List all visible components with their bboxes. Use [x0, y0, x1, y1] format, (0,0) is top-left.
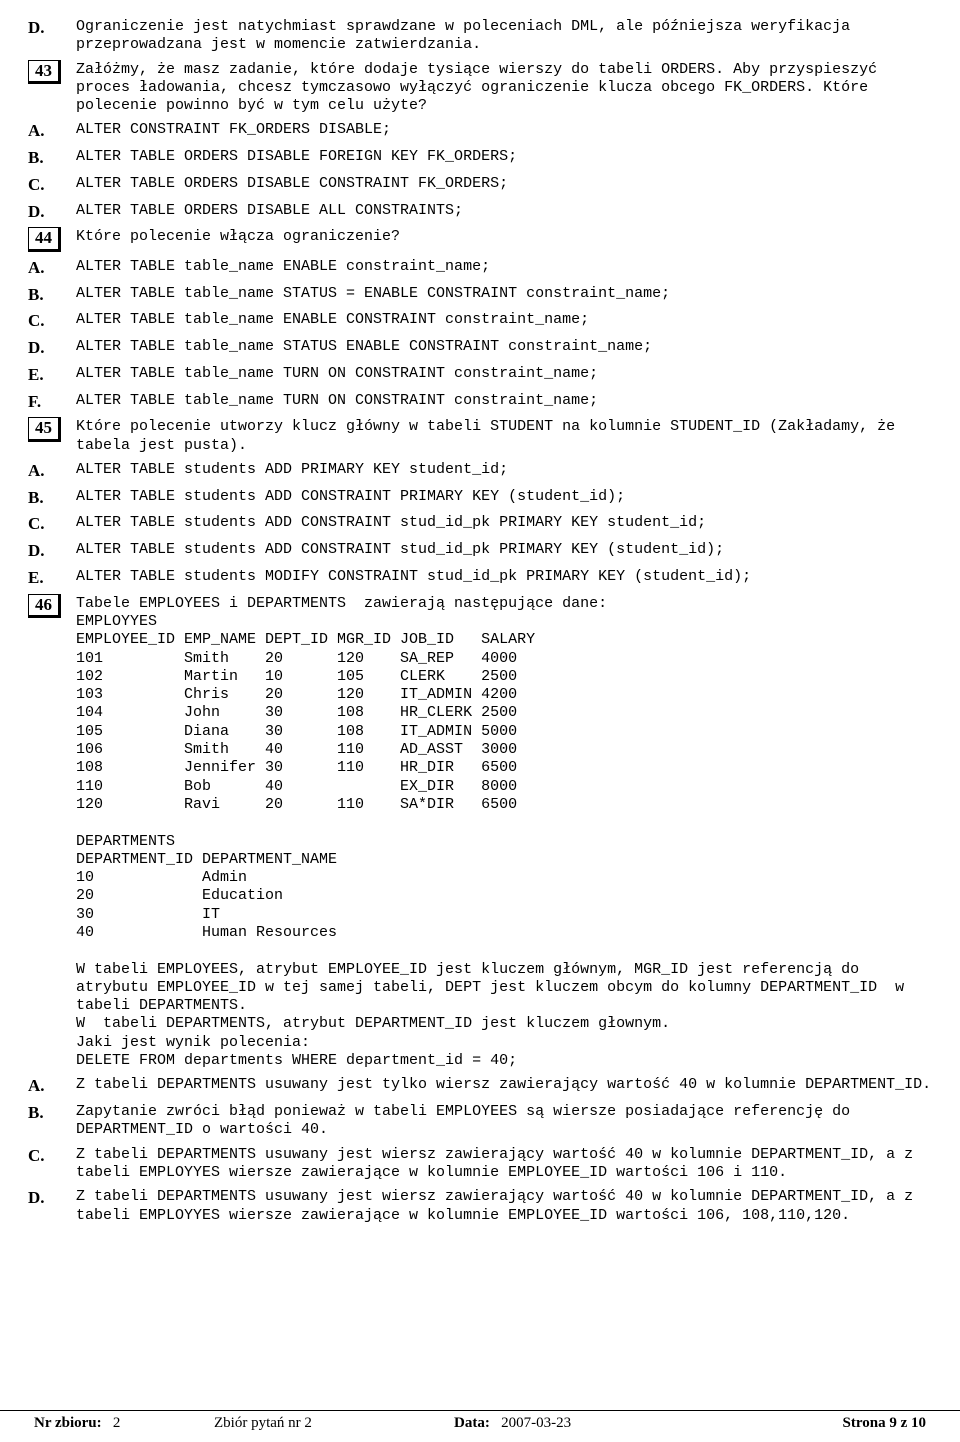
- answer-letter: C.: [28, 1146, 76, 1167]
- page-footer: Nr zbioru: 2 Zbiór pytań nr 2 Data: 2007…: [0, 1410, 960, 1432]
- question-number: 43: [28, 61, 76, 85]
- answer-text: ALTER TABLE table_name TURN ON CONSTRAIN…: [76, 365, 932, 383]
- answer-text: Ograniczenie jest natychmiast sprawdzane…: [76, 18, 932, 55]
- footer-collection: Zbiór pytań nr 2: [214, 1414, 454, 1432]
- answer-letter: D.: [28, 202, 76, 223]
- question-row: 43Załóżmy, że masz zadanie, które dodaje…: [28, 61, 932, 116]
- answer-letter: B.: [28, 148, 76, 169]
- answer-text: ALTER TABLE table_name TURN ON CONSTRAIN…: [76, 392, 932, 410]
- answer-row: B.Zapytanie zwróci błąd ponieważ w tabel…: [28, 1103, 932, 1140]
- answer-row: C.Z tabeli DEPARTMENTS usuwany jest wier…: [28, 1146, 932, 1183]
- answer-letter: A.: [28, 461, 76, 482]
- answer-text: ALTER TABLE ORDERS DISABLE FOREIGN KEY F…: [76, 148, 932, 166]
- answer-letter: D.: [28, 541, 76, 562]
- answer-row: C.ALTER TABLE students ADD CONSTRAINT st…: [28, 514, 932, 535]
- question-text: Tabele EMPLOYEES i DEPARTMENTS zawierają…: [76, 595, 932, 1071]
- answer-letter: A.: [28, 1076, 76, 1097]
- answer-letter: F.: [28, 392, 76, 413]
- answer-text: ALTER TABLE students ADD CONSTRAINT PRIM…: [76, 488, 932, 506]
- answer-letter: D.: [28, 18, 76, 39]
- answer-text: Z tabeli DEPARTMENTS usuwany jest wiersz…: [76, 1188, 932, 1225]
- answer-row: D.ALTER TABLE table_name STATUS ENABLE C…: [28, 338, 932, 359]
- footer-date-label: Data:: [454, 1415, 490, 1431]
- question-text: Załóżmy, że masz zadanie, które dodaje t…: [76, 61, 932, 116]
- question-text: Które polecenie włącza ograniczenie?: [76, 228, 932, 246]
- answer-letter: E.: [28, 365, 76, 386]
- question-number: 45: [28, 418, 76, 442]
- answer-letter: C.: [28, 514, 76, 535]
- answer-letter: B.: [28, 488, 76, 509]
- answer-row: A.ALTER TABLE students ADD PRIMARY KEY s…: [28, 461, 932, 482]
- answer-row: A.Z tabeli DEPARTMENTS usuwany jest tylk…: [28, 1076, 932, 1097]
- answer-letter: A.: [28, 121, 76, 142]
- answer-row: B.ALTER TABLE table_name STATUS = ENABLE…: [28, 285, 932, 306]
- question-row: 46Tabele EMPLOYEES i DEPARTMENTS zawiera…: [28, 595, 932, 1071]
- answer-text: ALTER TABLE students ADD CONSTRAINT stud…: [76, 541, 932, 559]
- answer-text: ALTER TABLE table_name ENABLE CONSTRAINT…: [76, 311, 932, 329]
- answer-row: E.ALTER TABLE students MODIFY CONSTRAINT…: [28, 568, 932, 589]
- answer-text: ALTER TABLE ORDERS DISABLE CONSTRAINT FK…: [76, 175, 932, 193]
- footer-date: 2007-03-23: [501, 1415, 571, 1431]
- answer-letter: D.: [28, 338, 76, 359]
- answer-row: F.ALTER TABLE table_name TURN ON CONSTRA…: [28, 392, 932, 413]
- answer-row: A.ALTER CONSTRAINT FK_ORDERS DISABLE;: [28, 121, 932, 142]
- footer-nr: 2: [113, 1415, 121, 1431]
- answer-text: ALTER TABLE table_name ENABLE constraint…: [76, 258, 932, 276]
- question-text: Które polecenie utworzy klucz główny w t…: [76, 418, 932, 455]
- answer-text: Z tabeli DEPARTMENTS usuwany jest tylko …: [76, 1076, 932, 1094]
- answer-row: D.Ograniczenie jest natychmiast sprawdza…: [28, 18, 932, 55]
- question-number: 46: [28, 595, 76, 619]
- answer-text: ALTER CONSTRAINT FK_ORDERS DISABLE;: [76, 121, 932, 139]
- answer-row: D.ALTER TABLE ORDERS DISABLE ALL CONSTRA…: [28, 202, 932, 223]
- answer-text: ALTER TABLE students MODIFY CONSTRAINT s…: [76, 568, 932, 586]
- answer-row: B.ALTER TABLE students ADD CONSTRAINT PR…: [28, 488, 932, 509]
- answer-text: Zapytanie zwróci błąd ponieważ w tabeli …: [76, 1103, 932, 1140]
- answer-text: ALTER TABLE students ADD PRIMARY KEY stu…: [76, 461, 932, 479]
- answer-letter: B.: [28, 1103, 76, 1124]
- answer-text: ALTER TABLE ORDERS DISABLE ALL CONSTRAIN…: [76, 202, 932, 220]
- question-row: 44Które polecenie włącza ograniczenie?: [28, 228, 932, 252]
- answer-text: ALTER TABLE students ADD CONSTRAINT stud…: [76, 514, 932, 532]
- answer-row: D.ALTER TABLE students ADD CONSTRAINT st…: [28, 541, 932, 562]
- answer-letter: B.: [28, 285, 76, 306]
- answer-text: ALTER TABLE table_name STATUS = ENABLE C…: [76, 285, 932, 303]
- answer-row: C.ALTER TABLE ORDERS DISABLE CONSTRAINT …: [28, 175, 932, 196]
- answer-row: B.ALTER TABLE ORDERS DISABLE FOREIGN KEY…: [28, 148, 932, 169]
- footer-nr-label: Nr zbioru:: [34, 1415, 102, 1431]
- answer-row: D.Z tabeli DEPARTMENTS usuwany jest wier…: [28, 1188, 932, 1225]
- footer-page: Strona 9 z 10: [843, 1415, 926, 1431]
- answer-text: ALTER TABLE table_name STATUS ENABLE CON…: [76, 338, 932, 356]
- answer-letter: A.: [28, 258, 76, 279]
- answer-row: C.ALTER TABLE table_name ENABLE CONSTRAI…: [28, 311, 932, 332]
- answer-letter: C.: [28, 175, 76, 196]
- answer-letter: E.: [28, 568, 76, 589]
- answer-row: A.ALTER TABLE table_name ENABLE constrai…: [28, 258, 932, 279]
- answer-letter: D.: [28, 1188, 76, 1209]
- answer-letter: C.: [28, 311, 76, 332]
- answer-row: E.ALTER TABLE table_name TURN ON CONSTRA…: [28, 365, 932, 386]
- answer-text: Z tabeli DEPARTMENTS usuwany jest wiersz…: [76, 1146, 932, 1183]
- question-number: 44: [28, 228, 76, 252]
- question-row: 45Które polecenie utworzy klucz główny w…: [28, 418, 932, 455]
